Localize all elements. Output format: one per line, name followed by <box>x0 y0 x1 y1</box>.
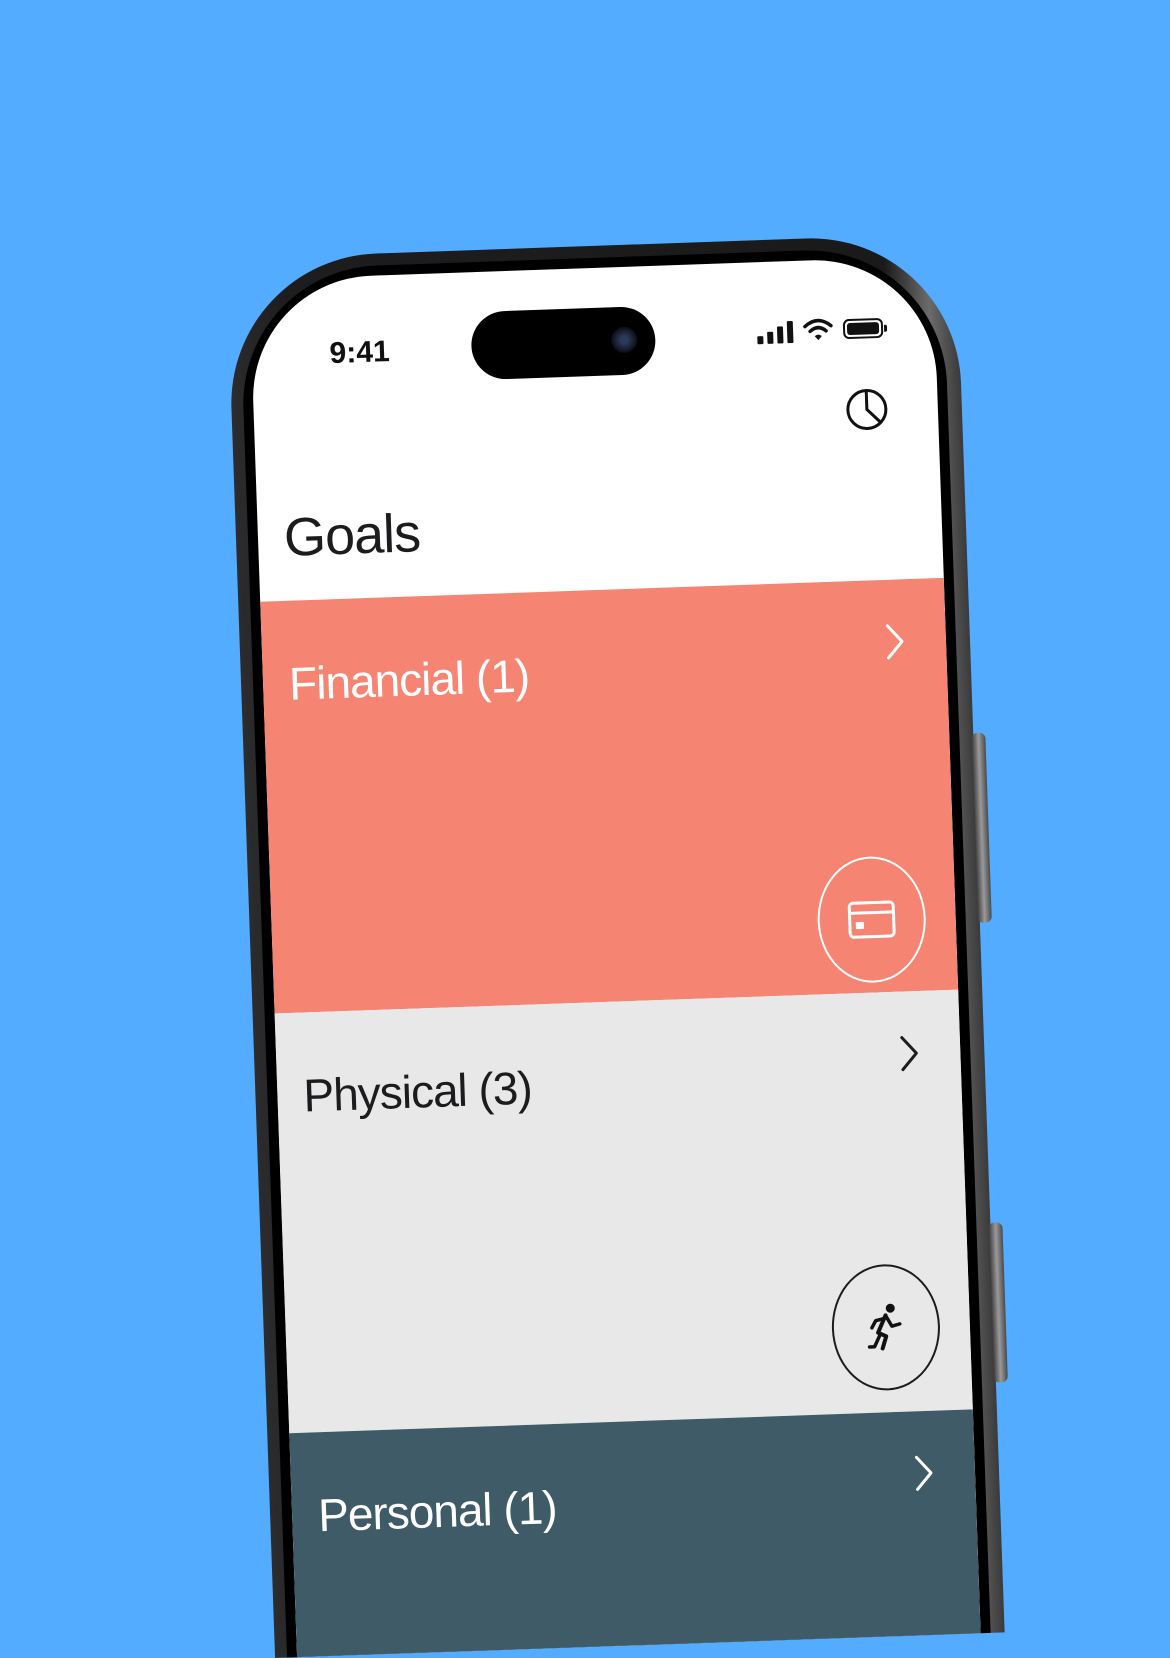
front-camera-icon <box>610 326 638 354</box>
goal-card-personal[interactable]: Personal (1) <box>289 1409 981 1658</box>
battery-icon <box>842 317 884 340</box>
goal-card-label: Physical (3) <box>302 1061 533 1122</box>
side-button-lower <box>988 1222 1008 1383</box>
status-time: 9:41 <box>329 335 391 371</box>
phone-bezel: 9:41 Goals Financial (1) Physical (3) Pe… <box>238 245 991 1658</box>
cellular-signal-icon <box>757 319 794 345</box>
status-icons <box>757 316 884 345</box>
side-button <box>971 732 992 923</box>
running-figure-icon <box>867 1303 902 1351</box>
goal-category-badge <box>829 1262 943 1393</box>
wifi-icon <box>803 318 833 341</box>
page-title: Goals <box>282 503 422 568</box>
chevron-right-icon[interactable] <box>894 1031 926 1076</box>
chevron-right-icon[interactable] <box>879 619 911 664</box>
goal-category-badge <box>815 854 928 985</box>
pie-chart-icon[interactable] <box>843 386 891 434</box>
credit-card-icon <box>847 900 896 939</box>
phone-mockup: 9:41 Goals Financial (1) Physical (3) Pe… <box>226 233 1008 1658</box>
app-screen: 9:41 Goals Financial (1) Physical (3) Pe… <box>248 256 981 1658</box>
dynamic-island <box>470 305 657 381</box>
goal-card-financial[interactable]: Financial (1) <box>260 577 959 1014</box>
goal-card-physical[interactable]: Physical (3) <box>274 989 973 1434</box>
goal-card-label: Personal (1) <box>317 1480 558 1542</box>
goal-card-label: Financial (1) <box>288 649 530 710</box>
chevron-right-icon[interactable] <box>908 1451 940 1496</box>
